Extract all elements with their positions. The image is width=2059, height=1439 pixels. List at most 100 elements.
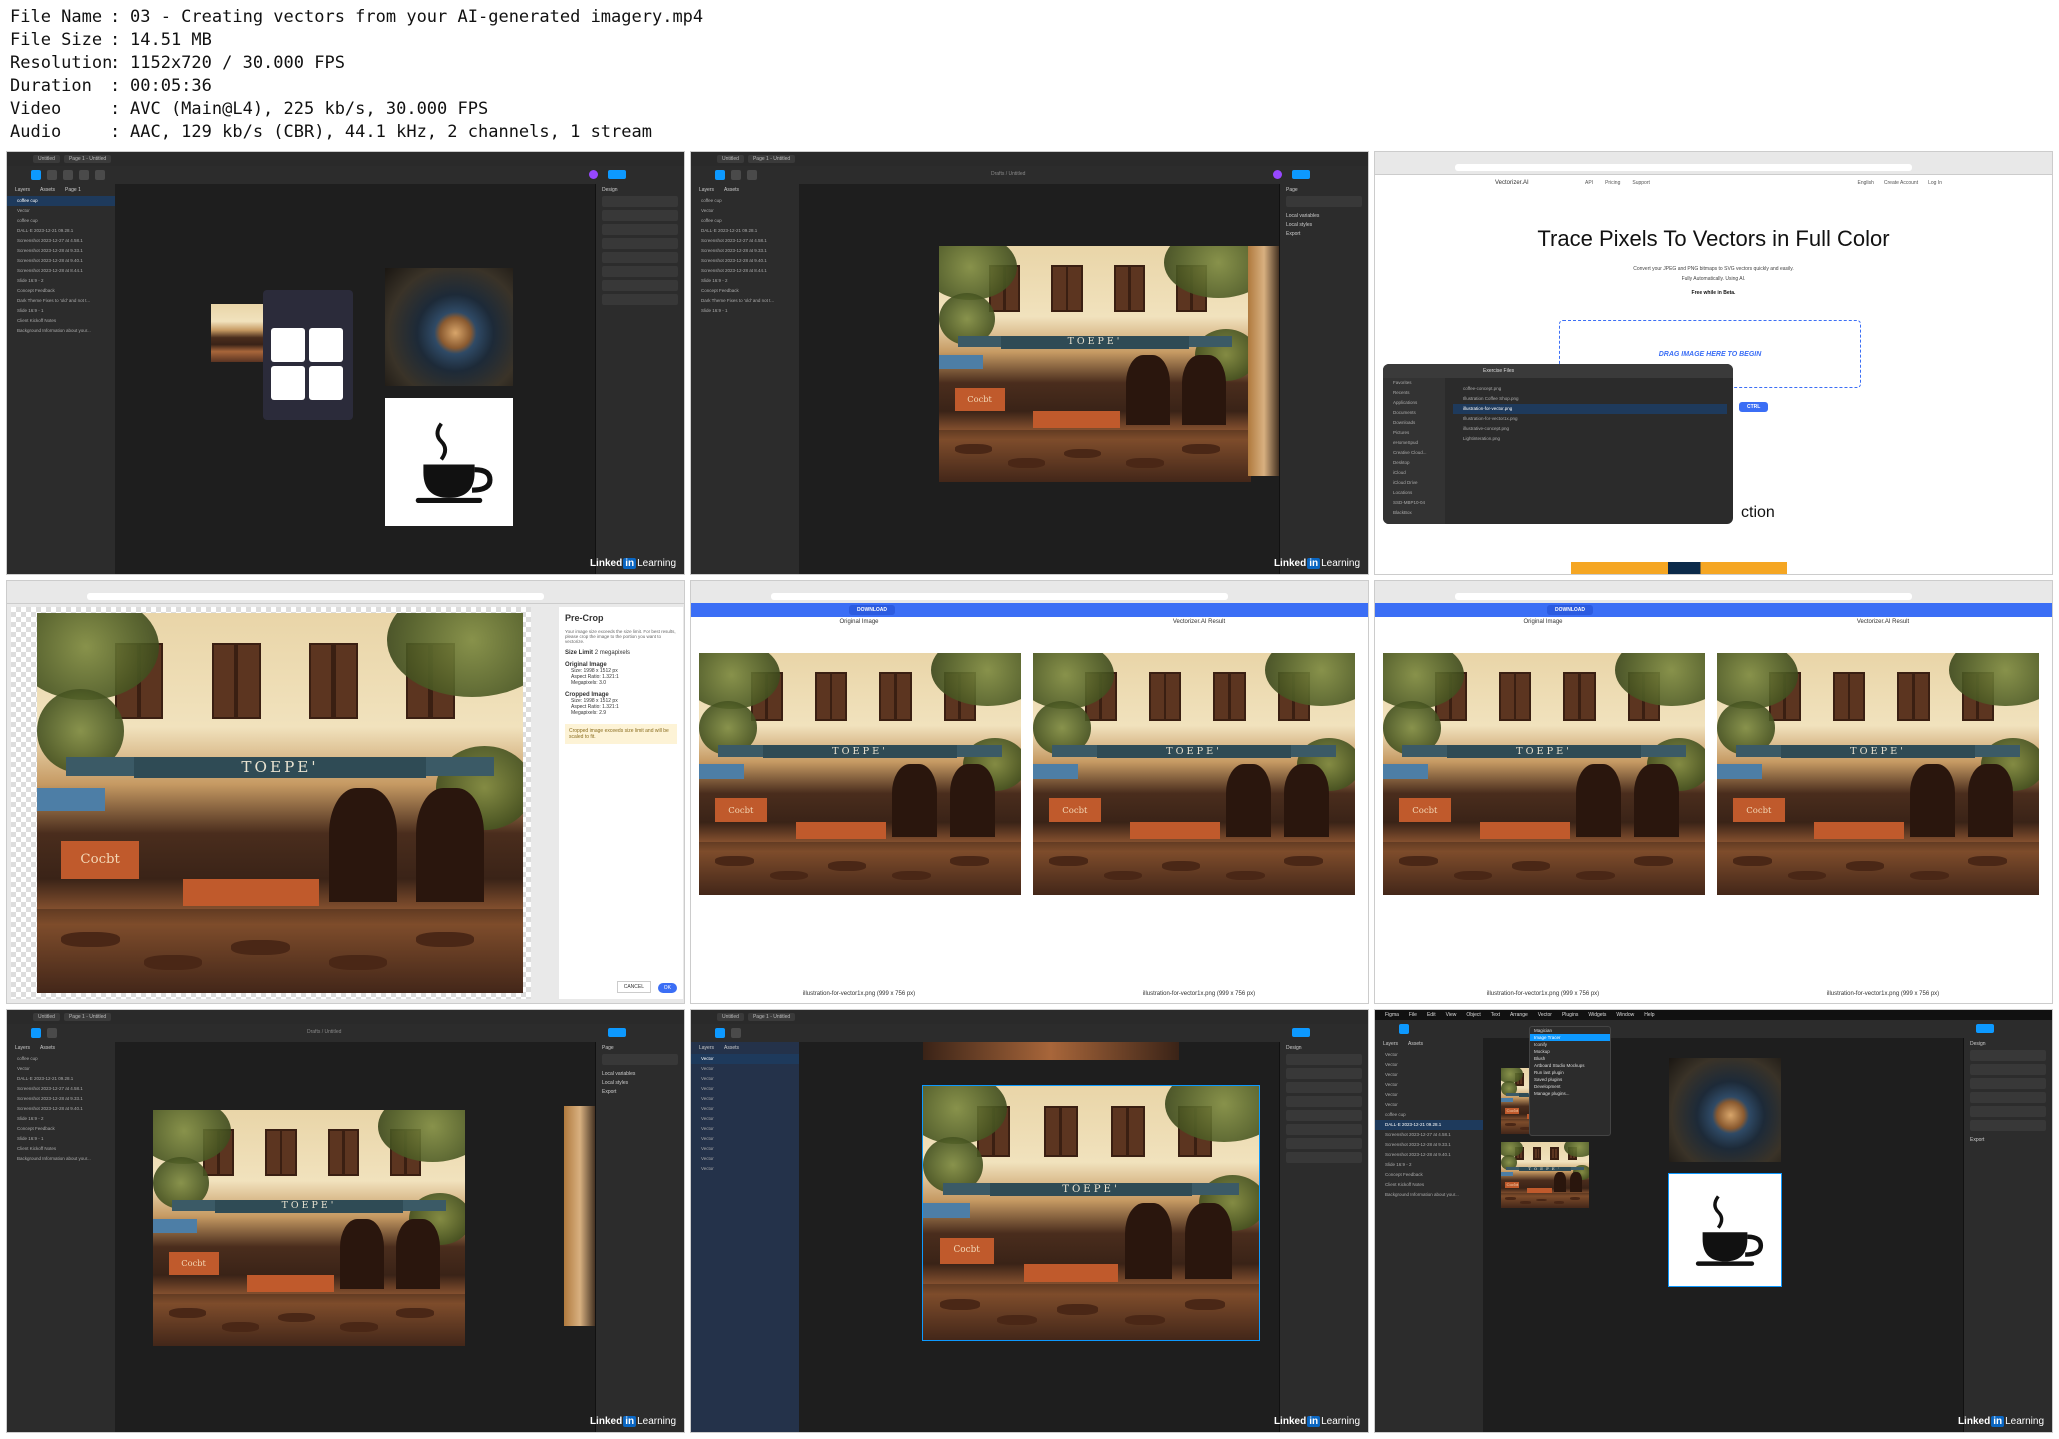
address-bar[interactable] <box>1455 593 1912 600</box>
address-bar[interactable] <box>87 593 544 600</box>
effects-row[interactable] <box>1970 1120 2046 1131</box>
layer-item[interactable]: Screenshot 2023-12-28 at 8.44.1 <box>691 266 799 276</box>
plugin-menu-item[interactable]: Artboard Studio Mockups <box>1530 1062 1610 1069</box>
layer-item[interactable]: Vector <box>1375 1090 1483 1100</box>
finder-file-row[interactable]: coffee-concept.png <box>1453 384 1727 394</box>
create-account-link[interactable]: Create Account <box>1884 180 1918 186</box>
finder-sidebar-item[interactable]: Desktop <box>1383 458 1445 468</box>
layer-item[interactable]: Vector <box>691 1094 799 1104</box>
menu-object[interactable]: Object <box>1466 1010 1480 1020</box>
share-button[interactable] <box>608 170 626 179</box>
menu-figma[interactable]: Figma <box>1385 1010 1399 1020</box>
language-select[interactable]: English <box>1858 180 1874 186</box>
page-color-row[interactable] <box>1286 196 1362 207</box>
tab-assets[interactable]: Assets <box>1408 1041 1423 1047</box>
tab-design[interactable]: Design <box>1280 1042 1368 1051</box>
download-button[interactable]: DOWNLOAD <box>849 605 895 615</box>
selection-colors-row[interactable] <box>1286 1138 1362 1149</box>
frame-tool-icon[interactable] <box>47 170 57 180</box>
share-button[interactable] <box>1292 170 1310 179</box>
layer-item[interactable]: Screenshot 2023-12-27 at 4.58.1 <box>7 1084 115 1094</box>
nav-pricing[interactable]: Pricing <box>1605 180 1620 186</box>
plugin-menu-item[interactable]: Saved plugins <box>1530 1076 1610 1083</box>
position-row[interactable] <box>602 210 678 221</box>
finder-file-row[interactable]: Illustration-for-vector1x.png <box>1453 414 1727 424</box>
plugin-menu-item[interactable]: Manage plugins... <box>1530 1090 1610 1097</box>
layer-row[interactable] <box>1970 1078 2046 1089</box>
side-image-sliver[interactable] <box>1248 246 1280 476</box>
download-button[interactable]: DOWNLOAD <box>1547 605 1593 615</box>
frame-tool-icon[interactable] <box>731 1028 741 1038</box>
layer-row[interactable] <box>602 238 678 249</box>
avatar[interactable] <box>589 170 598 179</box>
plugin-menu-item[interactable]: Development <box>1530 1083 1610 1090</box>
tab-assets[interactable]: Assets <box>40 1045 55 1051</box>
share-button[interactable] <box>608 1028 626 1037</box>
layer-item[interactable]: Vector <box>691 1104 799 1114</box>
layer-item[interactable]: Vector <box>691 1064 799 1074</box>
layer-item[interactable]: Vector <box>691 1154 799 1164</box>
menu-text[interactable]: Text <box>1491 1010 1500 1020</box>
pen-tool-icon[interactable] <box>79 170 89 180</box>
fill-row[interactable] <box>1286 1110 1362 1121</box>
layer-item[interactable]: Vector <box>1375 1060 1483 1070</box>
layer-item[interactable]: Vector <box>691 1074 799 1084</box>
tab-layers[interactable]: Layers <box>699 187 714 193</box>
coffee-cup-icon[interactable] <box>271 366 305 400</box>
layer-item[interactable]: DALL·E 2023-12-21 09.28.1 <box>7 226 115 236</box>
layer-item[interactable]: Concept Feedback <box>1375 1170 1483 1180</box>
canvas[interactable] <box>115 184 596 574</box>
move-tool-icon[interactable] <box>715 1028 725 1038</box>
plugin-menu-item[interactable]: Image Tracer <box>1530 1034 1610 1041</box>
canvas[interactable]: TOEPE' Cocbt <box>799 1042 1280 1432</box>
tab-file[interactable]: Untitled <box>33 1013 60 1021</box>
result-cafe-image[interactable]: TOEPE' Cocbt <box>1033 653 1355 895</box>
plugin-menu-item[interactable]: Iconify <box>1530 1041 1610 1048</box>
menu-edit[interactable]: Edit <box>1427 1010 1436 1020</box>
layer-item[interactable]: Vector <box>691 1084 799 1094</box>
share-button[interactable] <box>1976 1024 1994 1033</box>
tab-page[interactable]: Page 1 - Untitled <box>63 1013 112 1021</box>
finder-sidebar-item[interactable]: Recents <box>1383 388 1445 398</box>
cafe-vector[interactable]: TOEPE' Cocbt <box>1501 1142 1589 1208</box>
move-tool-icon[interactable] <box>31 1028 41 1038</box>
menu-arrange[interactable]: Arrange <box>1510 1010 1528 1020</box>
layer-item[interactable]: Vector <box>1375 1070 1483 1080</box>
tab-layers[interactable]: Layers <box>699 1045 714 1051</box>
coffee-cup-icon[interactable] <box>271 328 305 362</box>
layer-item[interactable]: Concept Feedback <box>7 1124 115 1134</box>
move-tool-icon[interactable] <box>715 170 725 180</box>
local-styles-label[interactable]: Local styles <box>1280 219 1368 228</box>
layer-item[interactable]: Vector <box>691 206 799 216</box>
export-row[interactable] <box>602 294 678 305</box>
local-variables-label[interactable]: Local variables <box>1280 210 1368 219</box>
layer-item[interactable]: coffee cup <box>691 216 799 226</box>
layer-item[interactable]: Client Kickoff Notes <box>1375 1180 1483 1190</box>
finder-window[interactable]: Exercise Files Favorites Recents Applicati… <box>1383 364 1733 524</box>
layer-item[interactable]: Vector <box>1375 1080 1483 1090</box>
fill-row[interactable] <box>1970 1092 2046 1103</box>
finder-file-row[interactable]: illustration-for-vector.png <box>1453 404 1727 414</box>
layer-item[interactable]: Vector <box>691 1144 799 1154</box>
layer-item[interactable]: Screenshot 2023-12-28 at 9.40.1 <box>691 256 799 266</box>
finder-file-row[interactable]: Illustration Coffee Shop.png <box>1453 394 1727 404</box>
menu-file[interactable]: File <box>1409 1010 1417 1020</box>
crop-area[interactable]: TOEPE' Cocbt <box>11 607 531 999</box>
layer-item[interactable]: Vector <box>691 1164 799 1174</box>
position-row[interactable] <box>1970 1050 2046 1061</box>
menu-vector[interactable]: Vector <box>1538 1010 1552 1020</box>
menu-plugins[interactable]: Plugins <box>1562 1010 1578 1020</box>
export-label[interactable]: Export <box>1280 228 1368 237</box>
layer-item[interactable]: Screenshot 2023-12-28 at 9.40.1 <box>7 1104 115 1114</box>
original-cafe-image[interactable]: TOEPE' Cocbt <box>1383 653 1705 895</box>
cafe-image[interactable]: TOEPE' Cocbt <box>153 1110 465 1346</box>
page-color-row[interactable] <box>602 1054 678 1065</box>
tab-layers[interactable]: Layers <box>1383 1041 1398 1047</box>
menu-widgets[interactable]: Widgets <box>1588 1010 1606 1020</box>
menu-view[interactable]: View <box>1446 1010 1457 1020</box>
finder-sidebar-item[interactable]: Applications <box>1383 398 1445 408</box>
layer-item[interactable]: coffee cup <box>7 1054 115 1064</box>
stroke-row[interactable] <box>602 266 678 277</box>
layer-item[interactable]: Background Information about your... <box>1375 1190 1483 1200</box>
nav-support[interactable]: Support <box>1632 180 1650 186</box>
